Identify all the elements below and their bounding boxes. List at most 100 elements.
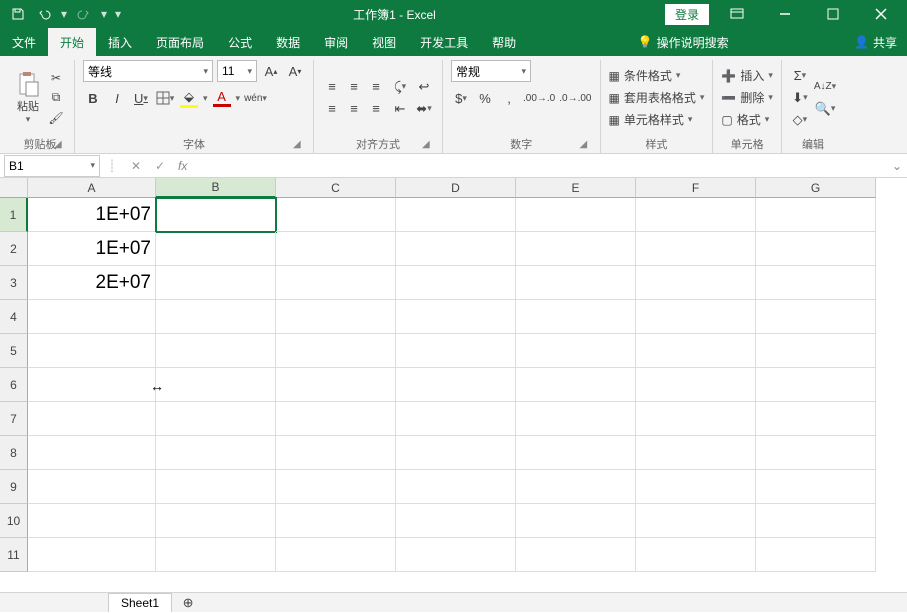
cell[interactable] bbox=[516, 436, 636, 470]
cell[interactable] bbox=[756, 300, 876, 334]
row-header[interactable]: 1 bbox=[0, 198, 28, 232]
find-select-icon[interactable]: 🔍▾ bbox=[814, 99, 836, 119]
cell[interactable] bbox=[396, 368, 516, 402]
undo-dropdown-icon[interactable]: ▾ bbox=[58, 7, 70, 21]
cell[interactable] bbox=[396, 232, 516, 266]
cell[interactable] bbox=[28, 470, 156, 504]
clipboard-launcher-icon[interactable]: ◢ bbox=[54, 139, 66, 151]
login-button[interactable]: 登录 bbox=[665, 4, 709, 25]
cell[interactable] bbox=[156, 198, 276, 232]
cell[interactable] bbox=[756, 368, 876, 402]
cell[interactable] bbox=[636, 198, 756, 232]
cell[interactable] bbox=[276, 334, 396, 368]
maximize-icon[interactable] bbox=[813, 0, 853, 28]
conditional-formatting-button[interactable]: ▦条件格式▾ bbox=[609, 66, 705, 86]
cell[interactable] bbox=[276, 232, 396, 266]
cell[interactable] bbox=[516, 538, 636, 572]
cell[interactable] bbox=[276, 402, 396, 436]
cell[interactable] bbox=[28, 504, 156, 538]
cell[interactable] bbox=[636, 266, 756, 300]
expand-formula-icon[interactable]: ⌄ bbox=[887, 159, 907, 173]
cell[interactable] bbox=[756, 538, 876, 572]
fill-color-button[interactable]: ⬙ bbox=[179, 88, 199, 108]
cell[interactable] bbox=[516, 266, 636, 300]
menu-tab-4[interactable]: 公式 bbox=[216, 28, 264, 56]
cell[interactable] bbox=[276, 504, 396, 538]
minimize-icon[interactable] bbox=[765, 0, 805, 28]
cell[interactable] bbox=[756, 470, 876, 504]
new-sheet-icon[interactable]: ⊕ bbox=[178, 593, 198, 613]
increase-decimal-icon[interactable]: .00→.0 bbox=[523, 88, 555, 108]
align-center-icon[interactable]: ≡ bbox=[344, 99, 364, 119]
qat-customize-icon[interactable]: ▾ bbox=[112, 7, 124, 21]
cell[interactable]: 2E+07 bbox=[28, 266, 156, 300]
cell[interactable] bbox=[396, 198, 516, 232]
cut-icon[interactable]: ✂ bbox=[46, 69, 66, 87]
cell[interactable] bbox=[276, 266, 396, 300]
sheet-tab[interactable]: Sheet1 bbox=[108, 593, 172, 612]
font-name-select[interactable]: 等线▾ bbox=[83, 60, 213, 82]
cell[interactable] bbox=[756, 504, 876, 538]
cell[interactable] bbox=[28, 334, 156, 368]
tell-me[interactable]: 💡 操作说明搜索 bbox=[638, 34, 729, 51]
paste-button[interactable]: 粘贴 ▾ bbox=[14, 70, 42, 125]
clear-icon[interactable]: ◇▾ bbox=[790, 110, 810, 130]
cell[interactable] bbox=[276, 300, 396, 334]
column-header[interactable]: F bbox=[636, 178, 756, 198]
decrease-decimal-icon[interactable]: .0→.00 bbox=[559, 88, 591, 108]
cell[interactable] bbox=[156, 334, 276, 368]
cell[interactable] bbox=[156, 232, 276, 266]
align-left-icon[interactable]: ≡ bbox=[322, 99, 342, 119]
row-header[interactable]: 11 bbox=[0, 538, 28, 572]
cell[interactable] bbox=[276, 436, 396, 470]
insert-cells-button[interactable]: ➕插入▾ bbox=[721, 66, 773, 86]
menu-tab-5[interactable]: 数据 bbox=[264, 28, 312, 56]
cell[interactable] bbox=[636, 402, 756, 436]
fill-icon[interactable]: ⬇▾ bbox=[790, 88, 810, 108]
cell[interactable] bbox=[756, 232, 876, 266]
format-as-table-button[interactable]: ▦套用表格格式▾ bbox=[609, 88, 705, 108]
cell[interactable] bbox=[756, 266, 876, 300]
phonetic-button[interactable]: wén▾ bbox=[244, 88, 267, 108]
underline-button[interactable]: U▾ bbox=[131, 88, 151, 108]
align-bottom-icon[interactable]: ≡ bbox=[366, 77, 386, 97]
cell[interactable] bbox=[516, 334, 636, 368]
cell[interactable] bbox=[636, 504, 756, 538]
font-color-button[interactable]: A bbox=[212, 88, 232, 108]
cell[interactable] bbox=[28, 436, 156, 470]
cell[interactable] bbox=[516, 368, 636, 402]
increase-font-icon[interactable]: A▴ bbox=[261, 61, 281, 81]
cell[interactable]: 1E+07 bbox=[28, 198, 156, 232]
cell[interactable] bbox=[636, 538, 756, 572]
cell[interactable] bbox=[636, 300, 756, 334]
cell[interactable] bbox=[636, 368, 756, 402]
sort-filter-icon[interactable]: A↓Z▾ bbox=[814, 77, 836, 97]
cell[interactable] bbox=[276, 470, 396, 504]
column-header[interactable]: G bbox=[756, 178, 876, 198]
cell[interactable]: 1E+07 bbox=[28, 232, 156, 266]
font-size-select[interactable]: 11▾ bbox=[217, 60, 257, 82]
save-icon[interactable] bbox=[6, 3, 30, 25]
close-icon[interactable] bbox=[861, 0, 901, 28]
decrease-indent-icon[interactable]: ⇤ bbox=[390, 99, 410, 119]
format-cells-button[interactable]: ▢格式▾ bbox=[721, 110, 773, 130]
menu-tab-1[interactable]: 开始 bbox=[48, 28, 96, 56]
cell[interactable] bbox=[28, 402, 156, 436]
cell[interactable] bbox=[516, 470, 636, 504]
cell[interactable] bbox=[396, 402, 516, 436]
percent-format-icon[interactable]: % bbox=[475, 88, 495, 108]
orientation-icon[interactable]: ⤹▾ bbox=[390, 77, 410, 97]
column-header[interactable]: B bbox=[156, 178, 276, 198]
column-header[interactable]: D bbox=[396, 178, 516, 198]
cell[interactable] bbox=[156, 436, 276, 470]
wrap-text-icon[interactable]: ↩ bbox=[414, 77, 434, 97]
cell[interactable] bbox=[396, 300, 516, 334]
cell[interactable] bbox=[756, 436, 876, 470]
cell[interactable] bbox=[516, 504, 636, 538]
cell[interactable] bbox=[516, 402, 636, 436]
cell[interactable] bbox=[156, 402, 276, 436]
cell[interactable] bbox=[756, 198, 876, 232]
cell[interactable] bbox=[276, 198, 396, 232]
cell[interactable] bbox=[516, 232, 636, 266]
autosum-icon[interactable]: Σ▾ bbox=[790, 66, 810, 86]
